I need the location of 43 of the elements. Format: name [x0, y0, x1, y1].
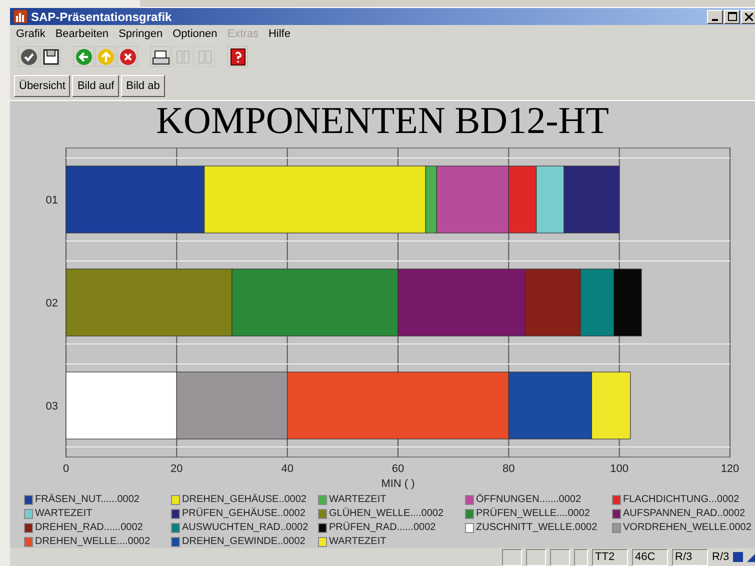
tick-label: 60 — [392, 463, 404, 476]
legend-label: GLÜHEN_WELLE....0002 — [329, 508, 444, 520]
tick-label: 120 — [720, 463, 740, 476]
legend-label: VORDREHEN_WELLE.0002 — [623, 522, 752, 534]
legend-label: ÖFFNUNGEN.......0002 — [476, 494, 582, 506]
legend-label: DREHEN_WELLE....0002 — [35, 536, 150, 548]
category-label: 01 — [46, 194, 58, 207]
push-button[interactable]: Bild auf — [72, 75, 120, 98]
legend-label: PRÜFEN_WELLE....0002 — [476, 508, 590, 520]
legend-label: AUFSPANNEN_RAD..0002 — [623, 508, 746, 520]
legend-label: AUSWUCHTEN_RAD..0002 — [182, 522, 308, 534]
axis-label: MIN ( ) — [381, 478, 415, 490]
menu-item[interactable]: Springen — [118, 28, 163, 44]
tick-label: 100 — [610, 463, 629, 476]
menu-item[interactable]: Grafik — [16, 28, 46, 44]
legend-label: PRÜFEN_GEHÄUSE..0002 — [182, 508, 306, 520]
menu-item[interactable]: Bearbeiten — [55, 28, 109, 44]
legend-label: FLACHDICHTUNG...0002 — [623, 494, 740, 506]
chart-title: KOMPONENTEN BD12-HT — [155, 101, 610, 142]
status-field: R/3 — [672, 548, 708, 566]
category-label: 03 — [46, 400, 58, 413]
menu-item[interactable]: Hilfe — [268, 28, 290, 44]
tick-label: 80 — [502, 463, 515, 476]
legend-label: FRÄSEN_NUT......0002 — [35, 494, 140, 506]
status-field: 46C — [632, 548, 668, 566]
legend-label: DREHEN_GEWINDE..0002 — [182, 536, 306, 548]
legend-label: WARTEZEIT — [329, 536, 386, 548]
status-field: TT2 — [592, 548, 628, 566]
legend-label: PRÜFEN_RAD......0002 — [329, 522, 436, 534]
legend-label: WARTEZEIT — [329, 494, 386, 506]
push-button[interactable]: Übersicht — [14, 75, 70, 98]
category-label: 02 — [46, 298, 58, 310]
legend-label: DREHEN_RAD......0002 — [35, 522, 143, 534]
legend-label: ZUSCHNITT_WELLE.0002 — [476, 522, 598, 534]
tick-label: 40 — [281, 463, 294, 476]
status-text: R/3 — [712, 551, 730, 564]
legend-label: WARTEZEIT — [35, 508, 92, 520]
legend-label: DREHEN_GEHÄUSE..0002 — [182, 494, 306, 506]
push-button[interactable]: Bild ab — [121, 75, 165, 98]
tick-label: 0 — [62, 463, 70, 476]
menu-item[interactable]: Optionen — [172, 28, 218, 44]
window-title: SAP-Präsentationsgrafik — [31, 10, 172, 24]
tick-label: 20 — [170, 463, 183, 476]
